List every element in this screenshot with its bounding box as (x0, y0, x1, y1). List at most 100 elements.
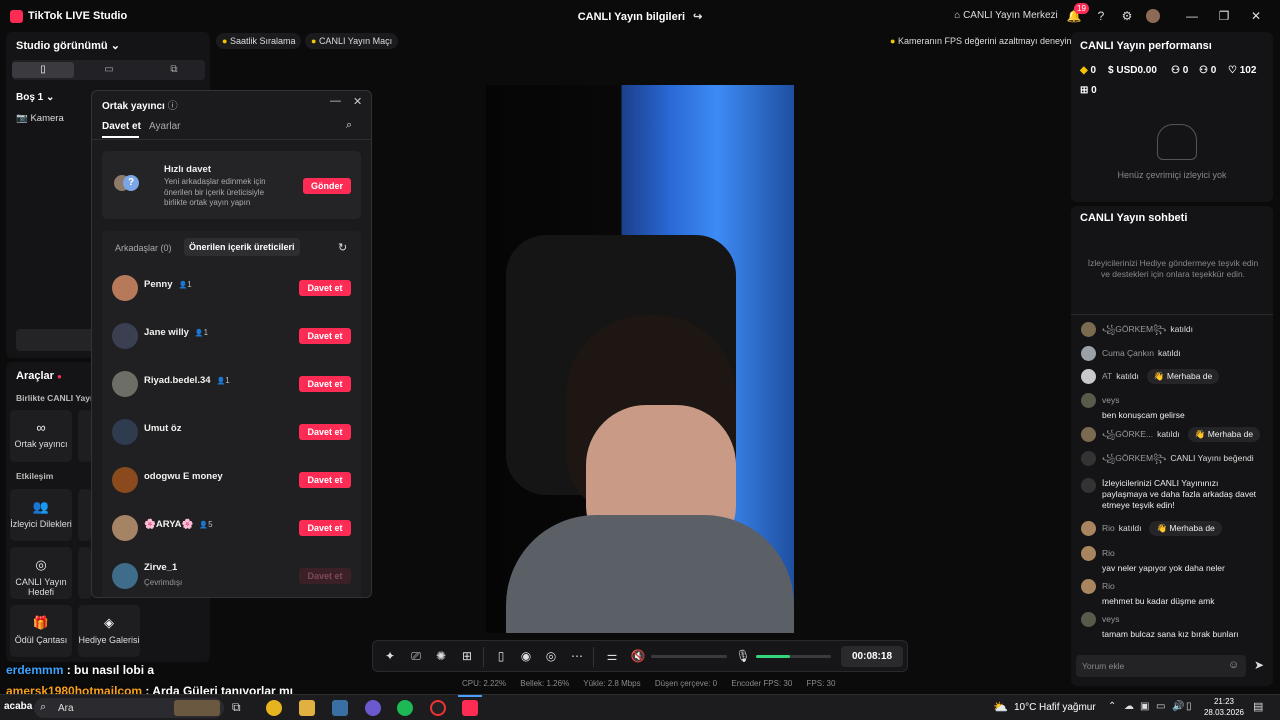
avatar[interactable] (112, 467, 138, 493)
tiktok-live-studio-icon[interactable] (462, 700, 478, 716)
tab-settings[interactable]: Ayarlar (149, 121, 181, 132)
avatar[interactable] (1146, 9, 1160, 23)
more-icon[interactable]: ⋯ (569, 649, 585, 663)
chat-username[interactable]: ꧁GÖRKE... (1102, 429, 1153, 439)
avatar[interactable] (1081, 369, 1096, 385)
refresh-icon[interactable]: ↻ (338, 241, 347, 254)
invite-button[interactable]: Davet et (299, 424, 351, 440)
tab-invite[interactable]: Davet et (102, 121, 141, 132)
say-hello-button[interactable]: 👋 Merhaba de (1187, 427, 1261, 442)
minimize-button[interactable]: — (1184, 6, 1200, 26)
app-tray-icon[interactable]: ▣ (1140, 701, 1149, 712)
chat-username[interactable]: Rio (1102, 523, 1115, 533)
clipped-tool-card[interactable] (78, 410, 92, 462)
chat-username[interactable]: Rio (1102, 581, 1115, 591)
maximize-button[interactable]: ❐ (1216, 6, 1232, 26)
notification-center-icon[interactable]: ▤ (1253, 700, 1263, 713)
live-center-button[interactable]: ⌂ CANLI Yayın Merkezi (954, 6, 1058, 26)
screen-share-icon[interactable]: ⎚ (408, 649, 424, 664)
say-hello-button[interactable]: 👋 Merhaba de (1149, 521, 1222, 536)
invite-button[interactable]: Davet et (299, 520, 351, 536)
send-button[interactable]: Gönder (303, 178, 351, 194)
avatar[interactable] (112, 515, 138, 541)
avatar[interactable] (112, 563, 138, 589)
say-hello-button[interactable]: 👋 Merhaba de (1146, 369, 1220, 384)
landscape-layout-icon[interactable]: ▭ (78, 62, 140, 78)
comment-input[interactable]: Yorum ekle ☺ (1076, 655, 1246, 677)
avatar[interactable] (1081, 346, 1096, 361)
spotify-icon[interactable] (397, 700, 413, 716)
camera-source[interactable]: 📷 Kamera (16, 113, 64, 124)
chrome-icon[interactable] (266, 700, 282, 716)
portrait-layout-icon[interactable]: ▯ (12, 62, 74, 78)
record-icon[interactable]: ◉ (518, 649, 534, 663)
magic-wand-icon[interactable]: ✦ (382, 649, 398, 663)
send-icon[interactable]: ➤ (1254, 658, 1264, 672)
invite-button[interactable]: Davet et (299, 472, 351, 488)
chat-username[interactable]: Cuma Çankın (1102, 348, 1154, 358)
task-view-icon[interactable]: ⧉ (232, 700, 248, 716)
chat-username[interactable]: veys (1102, 395, 1119, 405)
tab-friends[interactable]: Arkadaşlar (0) (115, 243, 172, 253)
chat-username[interactable]: Rio (1102, 548, 1115, 558)
mixer-icon[interactable]: ⚌ (604, 649, 620, 663)
live-info-button[interactable]: CANLI Yayın bilgileri ↪ (520, 10, 760, 23)
avatar[interactable] (112, 419, 138, 445)
speaker-volume-slider[interactable] (651, 655, 727, 658)
avatar[interactable] (1081, 393, 1096, 408)
emoji-icon[interactable]: ☺ (1228, 659, 1239, 671)
avatar[interactable] (1081, 521, 1096, 537)
notifications-button[interactable]: 🔔 19 (1066, 3, 1089, 26)
viewer-wishes-card[interactable]: 👥 İzleyici Dilekleri (10, 489, 72, 541)
avatar[interactable] (1081, 427, 1096, 443)
chat-username[interactable]: veys (1102, 614, 1119, 624)
file-explorer-icon[interactable] (299, 700, 315, 716)
speaker-muted-icon[interactable]: 🔇 (630, 649, 646, 663)
close-popup-icon[interactable]: ✕ (353, 95, 362, 108)
avatar[interactable] (1081, 612, 1096, 627)
network-icon[interactable]: ▭ (1156, 701, 1165, 712)
app-icon[interactable] (332, 700, 348, 716)
battery-icon[interactable]: ▯ (1186, 701, 1192, 712)
invite-button[interactable]: Davet et (299, 280, 351, 296)
dual-layout-icon[interactable]: ⧉ (143, 62, 205, 78)
invite-button[interactable]: Davet et (299, 568, 351, 584)
live-match-pill[interactable]: ● CANLI Yayın Maçı (305, 33, 399, 49)
obs-icon[interactable] (430, 700, 446, 716)
clock-date[interactable]: 28.03.2026 (1202, 708, 1246, 717)
gift-gallery-card[interactable]: ◈ Hediye Galerisi (78, 605, 140, 657)
help-icon[interactable]: ? (1093, 6, 1109, 26)
close-button[interactable]: ✕ (1248, 6, 1264, 26)
clock-time[interactable]: 21:23 (1204, 697, 1244, 706)
volume-icon[interactable]: 🔊 (1172, 701, 1184, 712)
mic-volume-slider[interactable] (756, 655, 831, 658)
avatar[interactable] (1081, 579, 1096, 594)
hourly-ranking-pill[interactable]: ● Saatlik Sıralama (216, 33, 302, 49)
clipped-tool-card[interactable] (78, 547, 92, 599)
chat-username[interactable]: AT (1102, 371, 1112, 381)
avatar[interactable] (1081, 451, 1096, 467)
chat-username[interactable]: ꧁GÖRKEM꧂ (1102, 453, 1166, 463)
avatar[interactable] (112, 371, 138, 397)
invite-button[interactable]: Davet et (299, 376, 351, 392)
avatar[interactable] (112, 323, 138, 349)
reward-bag-card[interactable]: 🎁 Ödül Çantası (10, 605, 72, 657)
avatar[interactable] (1081, 322, 1096, 338)
scene-dropdown[interactable]: Boş 1 ⌄ (16, 92, 54, 103)
discord-icon[interactable] (365, 700, 381, 716)
avatar[interactable] (112, 275, 138, 301)
effects-icon[interactable]: ✺ (433, 649, 449, 663)
tray-chevron-icon[interactable]: ⌃ (1108, 701, 1116, 712)
clipped-tool-card[interactable] (78, 489, 92, 541)
avatar[interactable] (1081, 478, 1096, 493)
chat-username[interactable]: ꧁GÖRKEM꧂ (1102, 324, 1166, 334)
settings-gear-icon[interactable]: ⚙ (1119, 6, 1135, 26)
taskbar-search[interactable]: ⌕ Ara (34, 698, 224, 718)
studio-view-dropdown[interactable]: Studio görünümü ⌄ (16, 39, 120, 52)
tab-suggested-creators[interactable]: Önerilen içerik üreticileri (184, 238, 300, 256)
minimize-popup-icon[interactable]: — (330, 95, 341, 107)
onedrive-icon[interactable]: ☁ (1124, 701, 1134, 712)
camera-toggle-icon[interactable]: ◎ (543, 649, 559, 663)
cohost-tool-card[interactable]: ∞ Ortak yayıncı (10, 410, 72, 462)
microphone-icon[interactable]: 🎙 (735, 649, 751, 663)
